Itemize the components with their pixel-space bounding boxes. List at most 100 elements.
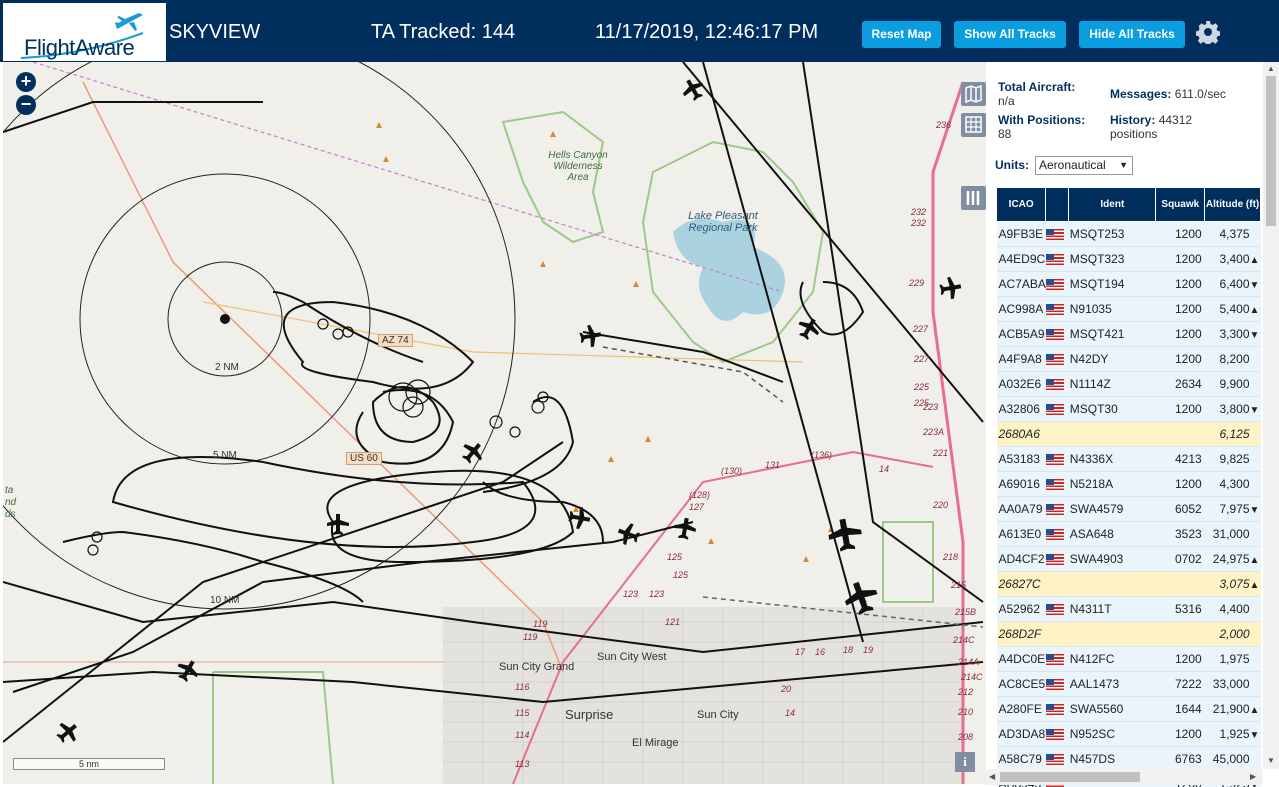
- aircraft-flag: [1045, 446, 1069, 472]
- highway-number-label: 19: [863, 645, 874, 655]
- zoom-out-button[interactable]: −: [16, 95, 36, 115]
- map-view[interactable]: 2 NM 5 NM 10 NM Hells Canyon Wilderness …: [3, 62, 986, 784]
- label-surprise: Surprise: [565, 707, 614, 722]
- aircraft-icao: 2680A6: [996, 421, 1046, 447]
- table-row[interactable]: A613E0 ASA648 3523 31,000: [996, 521, 1261, 547]
- table-row[interactable]: A58C79 N457DS 6763 45,000: [996, 746, 1261, 772]
- aircraft-icao-text: AA0A79: [998, 502, 1043, 516]
- highway-number-label: 227: [913, 324, 929, 334]
- panel-vertical-scrollbar[interactable]: ▲ ▼: [1263, 62, 1279, 769]
- reset-map-button[interactable]: Reset Map: [862, 21, 941, 48]
- aircraft-altitude-text: 3,075: [1219, 577, 1250, 591]
- aircraft-icao-text: A613E0: [998, 527, 1042, 541]
- logo-text: FlightAware: [24, 35, 135, 60]
- table-row[interactable]: AC7ABA MSQT194 1200 6,400▼: [996, 271, 1261, 297]
- table-row[interactable]: A280FE SWA5560 1644 21,900▲: [996, 696, 1261, 722]
- table-row[interactable]: A032E6 N1114Z 2634 9,900: [996, 371, 1261, 397]
- table-row[interactable]: AD4CF2 SWA4903 0702 24,975▲: [996, 546, 1261, 572]
- highway-number-label: 220: [933, 500, 949, 510]
- aircraft-squawk-text: 1644: [1174, 702, 1202, 716]
- highway-number-label: 123: [649, 589, 665, 599]
- column-header-squawk[interactable]: Squawk: [1155, 187, 1206, 222]
- altitude-trend-icon: ▲: [1249, 555, 1260, 566]
- table-row[interactable]: 2680A6 6,125: [996, 421, 1261, 447]
- column-header-flag[interactable]: [1045, 187, 1070, 222]
- range-ring-label-5nm: 5 NM: [213, 450, 237, 461]
- flightaware-logo[interactable]: FlightAware: [3, 3, 166, 61]
- aircraft-squawk: 1200: [1155, 471, 1205, 497]
- scroll-down-icon[interactable]: ▼: [1267, 756, 1275, 765]
- table-row[interactable]: AA0A79 SWA4579 6052 7,975▼: [996, 496, 1261, 522]
- aircraft-icao: A032E6: [996, 371, 1046, 397]
- table-row[interactable]: A9FB3E MSQT253 1200 4,375: [996, 221, 1261, 247]
- aircraft-altitude-text: 24,975: [1212, 552, 1250, 566]
- grid-toggle-button[interactable]: [961, 113, 986, 137]
- site-name: SKYVIEW: [169, 21, 261, 43]
- column-header-altitude[interactable]: Altitude (ft): [1204, 187, 1261, 222]
- aircraft-altitude: 2,000: [1204, 621, 1261, 647]
- aircraft-ident-text: MSQT323: [1069, 252, 1125, 266]
- aircraft-icao-text: A52962: [998, 602, 1040, 616]
- aircraft-ident-text: MSQT30: [1069, 402, 1118, 416]
- aircraft-squawk: 1200: [1155, 321, 1205, 347]
- table-row[interactable]: A4F9A8 N42DY 1200 8,200: [996, 346, 1261, 372]
- aircraft-flag: [1045, 471, 1069, 497]
- table-row[interactable]: A32806 MSQT30 1200 3,800▼: [996, 396, 1261, 422]
- column-header-ident[interactable]: Ident: [1068, 187, 1157, 222]
- aircraft-ident-text: SWA5560: [1069, 702, 1124, 716]
- column-header-icao[interactable]: ICAO: [995, 187, 1047, 222]
- highway-number-label: 113: [515, 759, 530, 769]
- messages-label: Messages:: [1110, 87, 1172, 101]
- altitude-trend-icon: ▲: [1249, 705, 1260, 716]
- scroll-right-icon[interactable]: ▶: [1250, 772, 1256, 781]
- panel-horizontal-scrollbar[interactable]: ◀ ▶: [986, 769, 1263, 785]
- map-layers-button[interactable]: [961, 82, 986, 106]
- scroll-up-icon[interactable]: ▲: [1267, 64, 1275, 73]
- hide-all-tracks-button[interactable]: Hide All Tracks: [1079, 21, 1185, 48]
- highway-number-label: 212: [958, 687, 974, 697]
- table-row[interactable]: 268D2F 2,000: [996, 621, 1261, 647]
- columns-toggle-button[interactable]: [961, 186, 986, 210]
- aircraft-panel: Total Aircraft: n/a Messages: 611.0/sec …: [986, 62, 1279, 787]
- aircraft-icao-text: A280FE: [998, 702, 1042, 716]
- table-row[interactable]: A52962 N4311T 5316 4,400: [996, 596, 1261, 622]
- messages-value: 611.0/sec: [1174, 87, 1226, 101]
- horizontal-scroll-thumb[interactable]: [1000, 772, 1140, 782]
- stat-history: History: 44312 positions: [1110, 113, 1220, 141]
- highway-number-label: 232: [911, 218, 927, 228]
- aircraft-altitude-text: 3,400: [1219, 252, 1250, 266]
- vertical-scroll-thumb[interactable]: [1266, 76, 1276, 226]
- highway-number-label: 214C: [953, 635, 975, 645]
- scroll-left-icon[interactable]: ◀: [989, 772, 995, 781]
- table-row[interactable]: A4ED9C MSQT323 1200 3,400▲: [996, 246, 1261, 272]
- table-row[interactable]: AC8CE5 AAL1473 7222 33,000: [996, 671, 1261, 697]
- gear-icon[interactable]: [1196, 20, 1220, 44]
- table-row[interactable]: A53183 N4336X 4213 9,825: [996, 446, 1261, 472]
- units-select[interactable]: Aeronautical ▼: [1035, 156, 1133, 175]
- highway-number-label: (136): [811, 450, 833, 460]
- table-row[interactable]: AD3DA8 N952SC 1200 1,925▼: [996, 721, 1261, 747]
- highway-number-label: 14: [879, 464, 890, 474]
- aircraft-flag: [1045, 621, 1069, 647]
- table-row[interactable]: A4DC0E N412FC 1200 1,975: [996, 646, 1261, 672]
- aircraft-squawk: 1200: [1155, 721, 1205, 747]
- aircraft-altitude: 9,900: [1204, 371, 1261, 397]
- highway-number-label: 119: [533, 619, 548, 629]
- aircraft-altitude-text: 31,000: [1212, 527, 1250, 541]
- aircraft-icao: A280FE: [996, 696, 1046, 722]
- show-all-tracks-button[interactable]: Show All Tracks: [954, 21, 1066, 48]
- highway-number-label: 17: [795, 647, 806, 657]
- table-row[interactable]: AC998A N91035 1200 5,400▲: [996, 296, 1261, 322]
- aircraft-altitude-text: 45,000: [1212, 752, 1250, 766]
- zoom-in-button[interactable]: +: [16, 72, 36, 92]
- aircraft-icao-text: A53183: [998, 452, 1040, 466]
- table-row[interactable]: 26827C 3,075▲: [996, 571, 1261, 597]
- table-row[interactable]: A69016 N5218A 1200 4,300: [996, 471, 1261, 497]
- aircraft-squawk: 1644: [1155, 696, 1205, 722]
- table-row[interactable]: ACB5A9 MSQT421 1200 3,300▼: [996, 321, 1261, 347]
- aircraft-flag: [1045, 421, 1069, 447]
- total-aircraft-value: n/a: [998, 94, 1015, 108]
- aircraft-squawk-text: 1200: [1174, 252, 1202, 266]
- map-info-button[interactable]: i: [955, 752, 975, 772]
- label-us60: US 60: [346, 452, 382, 465]
